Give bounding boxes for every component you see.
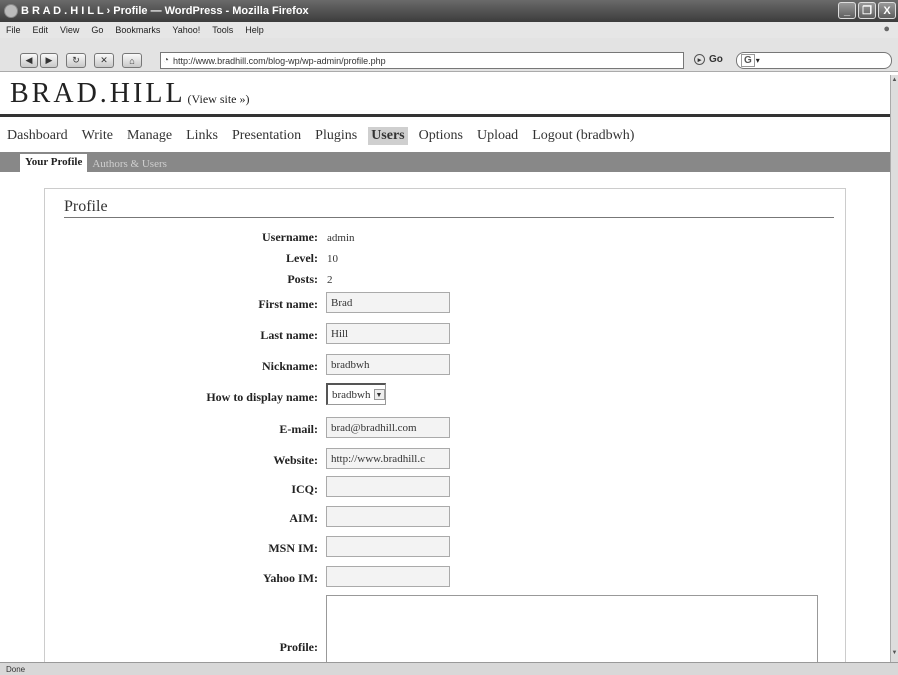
address-bar[interactable]: ◔ http://www.bradhill.com/blog-wp/wp-adm… bbox=[160, 52, 684, 69]
menu-users[interactable]: Users bbox=[368, 127, 408, 145]
email-field[interactable]: brad@bradhill.com bbox=[326, 417, 450, 438]
menu-manage[interactable]: Manage bbox=[124, 127, 175, 145]
menu-options[interactable]: Options bbox=[416, 127, 466, 145]
username-label: Username: bbox=[262, 230, 318, 244]
email-label: E-mail: bbox=[279, 422, 318, 436]
menu-write[interactable]: Write bbox=[79, 127, 116, 145]
navigation-toolbar: ◀ ▶ ↻ ✕ ⌂ ◔ http://www.bradhill.com/blog… bbox=[0, 38, 898, 72]
submenu: Your Profile Authors & Users bbox=[0, 152, 890, 172]
throbber-icon: ● bbox=[883, 23, 890, 35]
search-box[interactable]: G ▾ bbox=[736, 52, 892, 69]
website-field[interactable]: http://www.bradhill.c bbox=[326, 448, 450, 469]
menu-logout[interactable]: Logout (bradbwh) bbox=[529, 127, 637, 145]
msn-label: MSN IM: bbox=[268, 541, 318, 555]
site-header: BRAD.HILL (View site ») bbox=[0, 75, 890, 117]
go-icon: ▸ bbox=[694, 54, 705, 65]
tab-authors-users[interactable]: Authors & Users bbox=[87, 156, 172, 172]
display-name-label: How to display name: bbox=[206, 390, 318, 404]
go-label: Go bbox=[709, 54, 723, 65]
window-titlebar: B R A D . H I L L › Profile — WordPress … bbox=[0, 0, 898, 22]
search-engine-dropdown-icon[interactable]: ▾ bbox=[756, 56, 760, 65]
menu-yahoo[interactable]: Yahoo! bbox=[172, 25, 200, 35]
chevron-down-icon[interactable]: ▼ bbox=[373, 389, 385, 400]
tab-your-profile[interactable]: Your Profile bbox=[20, 154, 88, 172]
window-title: B R A D . H I L L › Profile — WordPress … bbox=[21, 5, 309, 17]
forward-icon[interactable]: ▶ bbox=[40, 53, 58, 68]
menu-upload[interactable]: Upload bbox=[474, 127, 521, 145]
profile-heading: Profile bbox=[64, 198, 834, 218]
vertical-scrollbar[interactable]: ▲ ▼ bbox=[890, 75, 898, 662]
website-label: Website: bbox=[273, 453, 318, 467]
profile-textarea[interactable] bbox=[326, 595, 818, 667]
view-site-link[interactable]: (View site ») bbox=[188, 92, 250, 107]
reload-icon[interactable]: ↻ bbox=[66, 53, 86, 68]
maximize-button[interactable]: ❐ bbox=[858, 2, 876, 19]
icq-label: ICQ: bbox=[291, 482, 318, 496]
google-search-icon[interactable]: G bbox=[741, 54, 755, 67]
menu-file[interactable]: File bbox=[6, 25, 21, 35]
menu-links[interactable]: Links bbox=[183, 127, 221, 145]
menu-view[interactable]: View bbox=[60, 25, 79, 35]
menu-dashboard[interactable]: Dashboard bbox=[4, 127, 71, 145]
menu-bar: File Edit View Go Bookmarks Yahoo! Tools… bbox=[0, 22, 898, 38]
display-name-select[interactable]: bradbwh ▼ bbox=[326, 383, 386, 405]
status-text: Done bbox=[6, 664, 26, 674]
first-name-field[interactable]: Brad bbox=[326, 292, 450, 313]
yahoo-field[interactable] bbox=[326, 566, 450, 587]
scroll-down-icon[interactable]: ▼ bbox=[891, 650, 898, 660]
display-name-selected: bradbwh bbox=[332, 388, 371, 401]
firefox-icon bbox=[4, 4, 18, 18]
menu-go[interactable]: Go bbox=[91, 25, 103, 35]
first-name-label: First name: bbox=[258, 297, 318, 311]
go-button[interactable]: ▸ Go bbox=[694, 54, 723, 65]
page-icon: ◔ bbox=[163, 55, 170, 66]
site-title: BRAD.HILL bbox=[10, 78, 186, 109]
posts-label: Posts: bbox=[287, 272, 318, 286]
last-name-field[interactable]: Hill bbox=[326, 323, 450, 344]
back-icon[interactable]: ◀ bbox=[20, 53, 38, 68]
msn-field[interactable] bbox=[326, 536, 450, 557]
menu-edit[interactable]: Edit bbox=[33, 25, 49, 35]
nickname-label: Nickname: bbox=[262, 359, 318, 373]
yahoo-label: Yahoo IM: bbox=[262, 571, 318, 585]
menu-help[interactable]: Help bbox=[245, 25, 264, 35]
nickname-field[interactable]: bradbwh bbox=[326, 354, 450, 375]
aim-field[interactable] bbox=[326, 506, 450, 527]
stop-icon[interactable]: ✕ bbox=[94, 53, 114, 68]
level-value: 10 bbox=[327, 253, 338, 265]
minimize-button[interactable]: _ bbox=[838, 2, 856, 19]
status-bar: Done bbox=[0, 662, 898, 675]
scroll-up-icon[interactable]: ▲ bbox=[891, 77, 898, 87]
aim-label: AIM: bbox=[289, 511, 318, 525]
close-button[interactable]: X bbox=[878, 2, 896, 19]
last-name-label: Last name: bbox=[260, 328, 318, 342]
address-text: http://www.bradhill.com/blog-wp/wp-admin… bbox=[173, 55, 386, 66]
icq-field[interactable] bbox=[326, 476, 450, 497]
profile-label: Profile: bbox=[279, 640, 318, 654]
menu-bookmarks[interactable]: Bookmarks bbox=[115, 25, 160, 35]
menu-tools[interactable]: Tools bbox=[212, 25, 233, 35]
username-value: admin bbox=[327, 232, 355, 244]
menu-plugins[interactable]: Plugins bbox=[312, 127, 360, 145]
level-label: Level: bbox=[286, 251, 318, 265]
window-controls: _ ❐ X bbox=[838, 2, 896, 19]
menu-presentation[interactable]: Presentation bbox=[229, 127, 304, 145]
posts-value: 2 bbox=[327, 274, 333, 286]
admin-menu: Dashboard Write Manage Links Presentatio… bbox=[0, 124, 890, 148]
home-icon[interactable]: ⌂ bbox=[122, 53, 142, 68]
